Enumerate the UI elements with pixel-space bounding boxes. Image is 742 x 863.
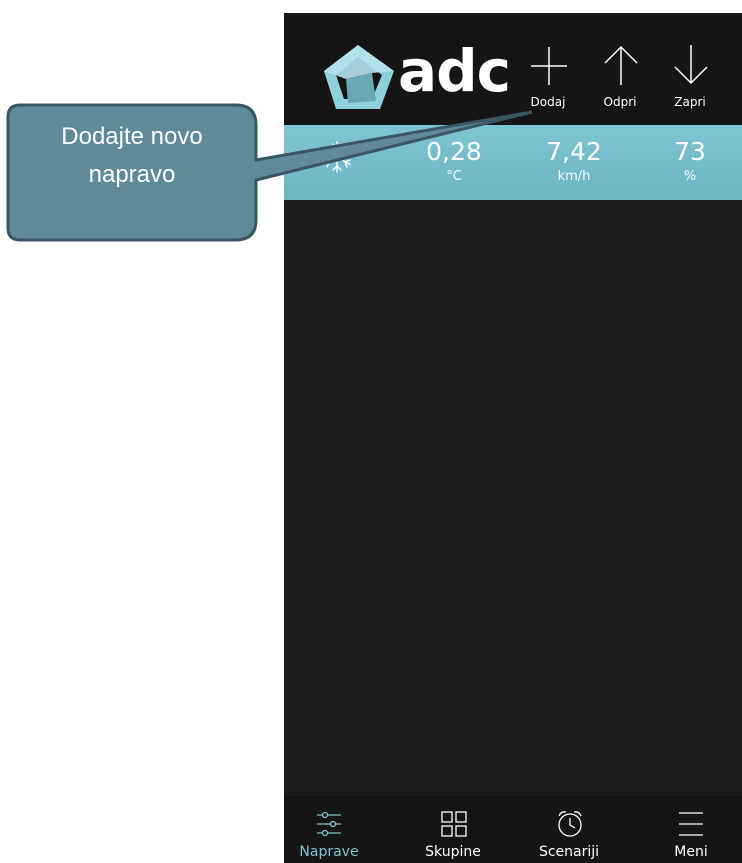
open-label: Odpri (603, 95, 637, 109)
open-button[interactable]: Odpri (590, 43, 650, 113)
callout-line-2: napravo (88, 161, 176, 188)
temperature-unit: °C (446, 169, 462, 184)
close-button[interactable]: Zapri (660, 43, 720, 113)
wind-readout: 7,42 km/h (514, 137, 634, 184)
hamburger-menu-icon (679, 812, 703, 836)
logo-text: adc (398, 37, 511, 105)
sliders-icon (317, 811, 341, 837)
callout-line-1: Dodajte novo (61, 123, 203, 150)
humidity-readout: 73 % (630, 137, 742, 184)
plus-icon (531, 47, 567, 85)
adc-logo: adc (322, 37, 512, 113)
temperature-value: 0,28 (426, 137, 482, 166)
logo-mark-icon (324, 45, 394, 109)
wind-unit: km/h (557, 169, 591, 184)
humidity-unit: % (683, 169, 697, 184)
snowflake-icon (323, 141, 351, 173)
tab-naprave[interactable]: Naprave (284, 796, 374, 863)
alarm-clock-icon (558, 811, 582, 837)
app-screen: adc Dodaj Odpri Zapri 0,28 °C 7,42 km/h … (284, 13, 742, 863)
arrow-down-icon (674, 45, 708, 85)
grid-icon (441, 811, 467, 837)
tab-scenariji[interactable]: Scenariji (524, 796, 614, 863)
arrow-up-icon (604, 45, 638, 85)
bottom-navigation: Naprave Skupine Scenariji Meni (284, 796, 742, 863)
wind-value: 7,42 (546, 137, 602, 166)
close-label: Zapri (674, 95, 706, 109)
add-device-label: Dodaj (530, 95, 566, 109)
device-list-area (284, 200, 742, 796)
tab-meni-label: Meni (674, 844, 708, 860)
tab-skupine[interactable]: Skupine (408, 796, 498, 863)
add-device-button[interactable]: Dodaj (518, 43, 578, 113)
tab-skupine-label: Skupine (425, 844, 481, 860)
weather-bar: 0,28 °C 7,42 km/h 73 % (284, 125, 742, 200)
tab-naprave-label: Naprave (299, 844, 359, 860)
callout-text: Dodajte novo napravo (8, 118, 256, 194)
humidity-value: 73 (674, 137, 706, 166)
temperature-readout: 0,28 °C (394, 137, 514, 184)
tab-meni[interactable]: Meni (646, 796, 736, 863)
app-header: adc Dodaj Odpri Zapri (284, 13, 742, 125)
tab-scenariji-label: Scenariji (538, 844, 600, 860)
